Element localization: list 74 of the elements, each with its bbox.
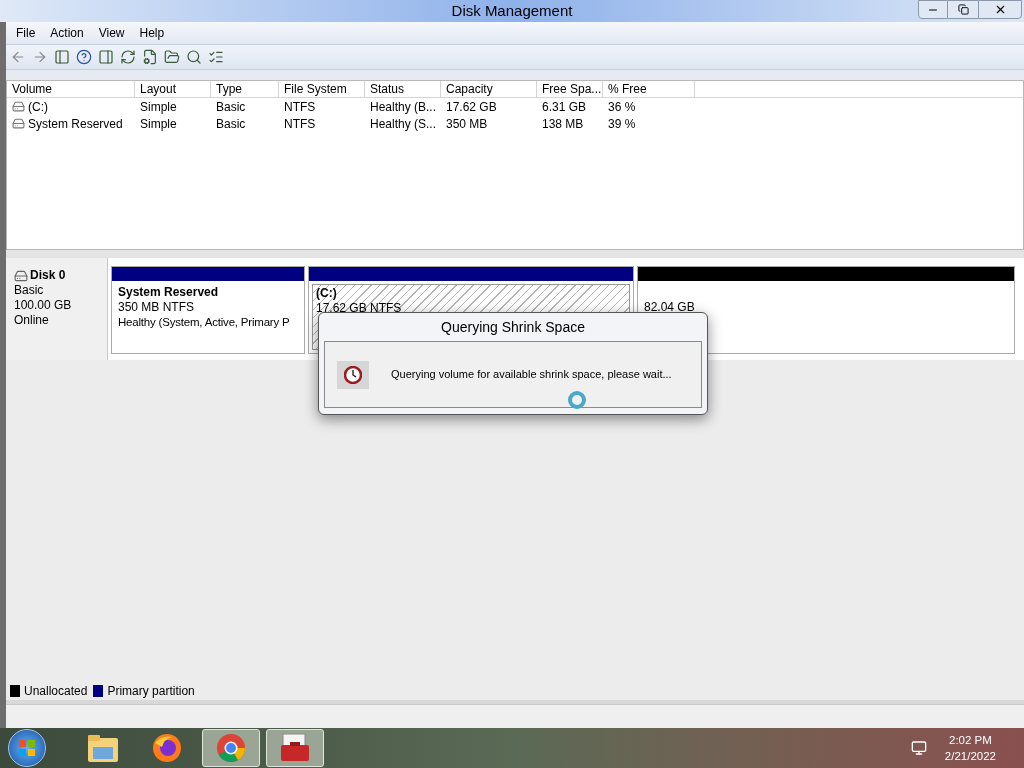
partition-title: System Reserved	[118, 285, 220, 300]
taskbar-button[interactable]	[202, 729, 260, 767]
checklist-icon[interactable]	[208, 49, 224, 65]
menu-item[interactable]: File	[10, 24, 42, 42]
dialog-title: Querying Shrink Space	[440, 318, 586, 337]
partition-detail: 82.04 GB	[644, 300, 696, 315]
toolbox-icon	[279, 733, 311, 763]
partition-detail: Healthy (System, Active, Primary P	[118, 315, 291, 330]
table-cell-text: Healthy (B...	[370, 98, 437, 116]
legend-label: Primary partition	[107, 683, 195, 700]
table-cell-text: 36 %	[608, 98, 636, 116]
table-cell-text: Basic	[216, 98, 246, 116]
refresh-icon[interactable]	[120, 49, 136, 65]
legend-label: Unallocated	[24, 683, 88, 700]
disk-status: Online	[14, 313, 50, 328]
disk-size: 100.00 GB	[14, 298, 73, 313]
partition-title: (C:)	[316, 286, 338, 301]
column-header[interactable]: Layout	[135, 81, 211, 97]
restore-button[interactable]	[948, 0, 978, 19]
clock-time: 2:02 PM	[949, 733, 992, 748]
menu-item[interactable]: Help	[133, 24, 171, 42]
menu-item[interactable]: Action	[44, 24, 90, 42]
table-cell-text: 350 MB	[446, 115, 488, 133]
start-button[interactable]	[8, 729, 46, 767]
table-cell-text: Simple	[140, 98, 177, 116]
spinner-icon	[567, 390, 587, 410]
close-button[interactable]	[978, 0, 1022, 19]
column-header[interactable]: Status	[365, 81, 441, 97]
table-cell-text: System Reserved	[28, 115, 123, 133]
clock-icon	[344, 365, 362, 384]
menu-item[interactable]: View	[92, 24, 131, 42]
column-header[interactable]: Capacity	[441, 81, 537, 97]
partition-block[interactable]: 82.04 GB	[637, 266, 1015, 354]
table-cell-text: 138 MB	[542, 115, 584, 133]
column-header[interactable]: Free Spa...	[537, 81, 603, 97]
disk-type: Basic	[14, 283, 45, 298]
column-header[interactable]: Type	[211, 81, 279, 97]
table-cell-text: 6.31 GB	[542, 98, 587, 116]
disk-name: Disk 0	[30, 268, 66, 283]
chrome-icon	[216, 733, 246, 763]
window-title: Disk Management	[451, 0, 573, 21]
column-header[interactable]: % Free	[603, 81, 695, 97]
minimize-button[interactable]	[918, 0, 948, 19]
properties-icon[interactable]	[142, 49, 158, 65]
table-cell-text: NTFS	[284, 115, 316, 133]
dialog-message: Querying volume for available shrink space, please wait...	[391, 367, 672, 383]
taskbar-button[interactable]	[266, 729, 324, 767]
table-cell-text: 17.62 GB	[446, 98, 497, 116]
table-cell-text: Healthy (S...	[370, 115, 437, 133]
panel-icon[interactable]	[54, 49, 70, 65]
folder-icon[interactable]	[164, 49, 180, 65]
partition-block[interactable]: System Reserved 350 MB NTFS Healthy (System, Active, Primary P	[111, 266, 305, 354]
folder-icon	[87, 733, 119, 763]
panel-icon[interactable]	[98, 49, 114, 65]
table-cell-text: Simple	[140, 115, 177, 133]
column-header[interactable]: File System	[279, 81, 365, 97]
restore-icon	[957, 4, 969, 15]
forward-icon[interactable]	[32, 49, 48, 65]
firefox-icon	[152, 733, 182, 763]
table-cell-text: (C:)	[28, 98, 48, 116]
partition-detail: 17.62 GB NTFS	[316, 301, 403, 316]
back-icon[interactable]	[10, 49, 26, 65]
column-header[interactable]: Volume	[7, 81, 135, 97]
drive-icon	[12, 100, 25, 113]
clock-date: 2/21/2022	[944, 749, 996, 764]
help-icon[interactable]	[76, 49, 92, 65]
search-icon[interactable]	[186, 49, 202, 65]
table-cell-text: 39 %	[608, 115, 636, 133]
partition-detail: 350 MB NTFS	[118, 300, 196, 315]
table-cell-text: NTFS	[284, 98, 316, 116]
table-cell-text: Basic	[216, 115, 246, 133]
windows-logo-icon	[18, 739, 36, 757]
drive-icon	[12, 117, 25, 130]
network-icon[interactable]	[910, 740, 927, 756]
